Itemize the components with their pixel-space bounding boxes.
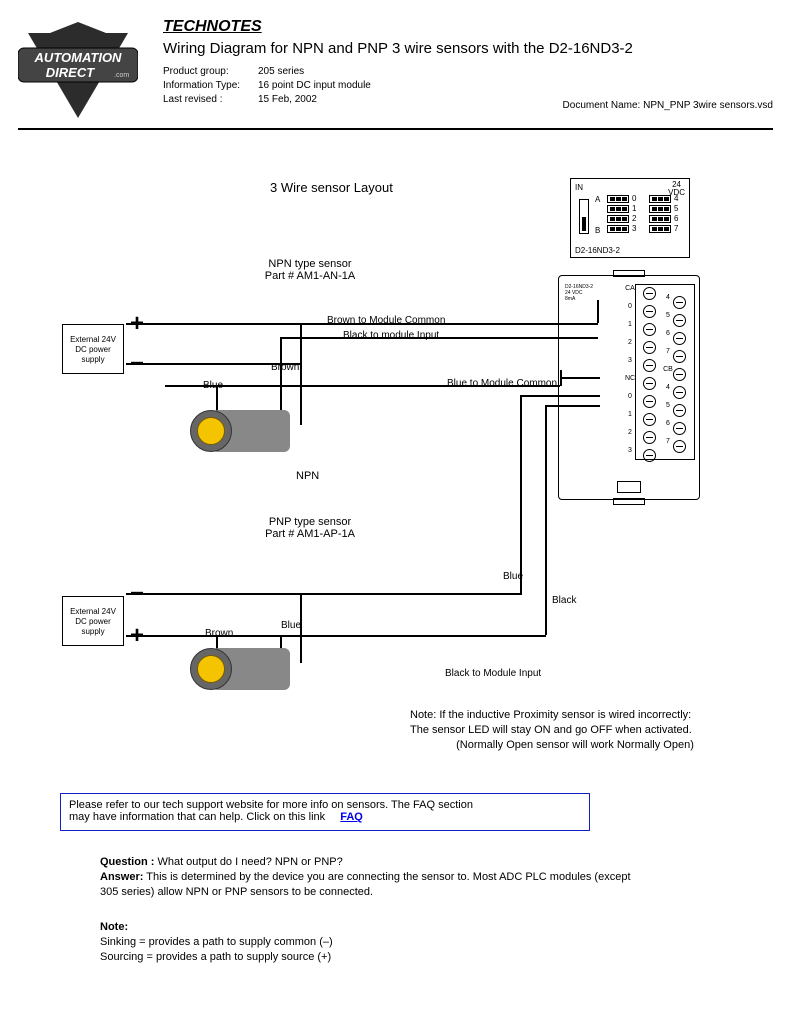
- meta-value: 15 Feb, 2002: [258, 93, 317, 107]
- npn-label: NPN: [296, 470, 319, 482]
- svg-text:DIRECT: DIRECT: [46, 65, 95, 80]
- note-definitions: Note: Sinking = provides a path to suppl…: [100, 920, 640, 965]
- wire-label: Brown to Module Common: [327, 315, 445, 326]
- meta-label: Information Type:: [163, 79, 258, 93]
- layout-title: 3 Wire sensor Layout: [270, 180, 393, 195]
- wire-label: Blue: [281, 620, 301, 631]
- module-led-panel: IN 24VDC A B 0 1 2 3 4 5 6 7 D2-16ND3-2: [570, 178, 690, 258]
- npn-power-supply: External 24V DC power supply: [62, 324, 124, 374]
- wire-label: Blue: [503, 571, 523, 582]
- pnp-power-supply: External 24V DC power supply: [62, 596, 124, 646]
- question-answer: Question : What output do I need? NPN or…: [100, 855, 640, 900]
- wire-label: Black to Module Input: [445, 668, 541, 679]
- header-text-block: TECHNOTES Wiring Diagram for NPN and PNP…: [163, 18, 773, 111]
- wire-label: Blue to Module Common: [447, 378, 557, 389]
- faq-link[interactable]: FAQ: [340, 811, 363, 823]
- pnp-sensor-title: PNP type sensorPart # AM1-AP-1A: [230, 516, 390, 540]
- faq-box: Please refer to our tech support website…: [60, 793, 590, 831]
- wire-label: Brown: [271, 362, 299, 373]
- wiring-note: Note: If the inductive Proximity sensor …: [410, 708, 740, 753]
- npn-sensor-title: NPN type sensorPart # AM1-AN-1A: [230, 258, 390, 282]
- module-port-icon: [617, 481, 641, 493]
- meta-value: 16 point DC input module: [258, 79, 371, 93]
- document-name: Document Name: NPN_PNP 3wire sensors.vsd: [563, 100, 773, 111]
- meta-label: Last revised :: [163, 93, 258, 107]
- document-title: Wiring Diagram for NPN and PNP 3 wire se…: [163, 40, 773, 57]
- dip-switch-icon: [579, 199, 589, 234]
- header-rule: [18, 128, 773, 130]
- wire-label: Black: [552, 595, 576, 606]
- svg-text:AUTOMATION: AUTOMATION: [34, 50, 123, 65]
- automation-direct-logo: AUTOMATION DIRECT .com: [18, 18, 138, 118]
- wire-label: Black to module Input: [343, 330, 439, 341]
- svg-text:.com: .com: [114, 72, 129, 79]
- meta-label: Product group:: [163, 65, 258, 79]
- module-terminal-block: D2-16ND3-2 24 VDC 8mA CA 0 1 2 3 NC 0 1 …: [558, 275, 700, 500]
- wire-label: Brown: [205, 628, 233, 639]
- technotes-title: TECHNOTES: [163, 18, 773, 36]
- npn-sensor-icon: [190, 410, 290, 452]
- wire-label: Blue: [203, 380, 223, 391]
- meta-value: 205 series: [258, 65, 304, 79]
- pnp-sensor-icon: [190, 648, 290, 690]
